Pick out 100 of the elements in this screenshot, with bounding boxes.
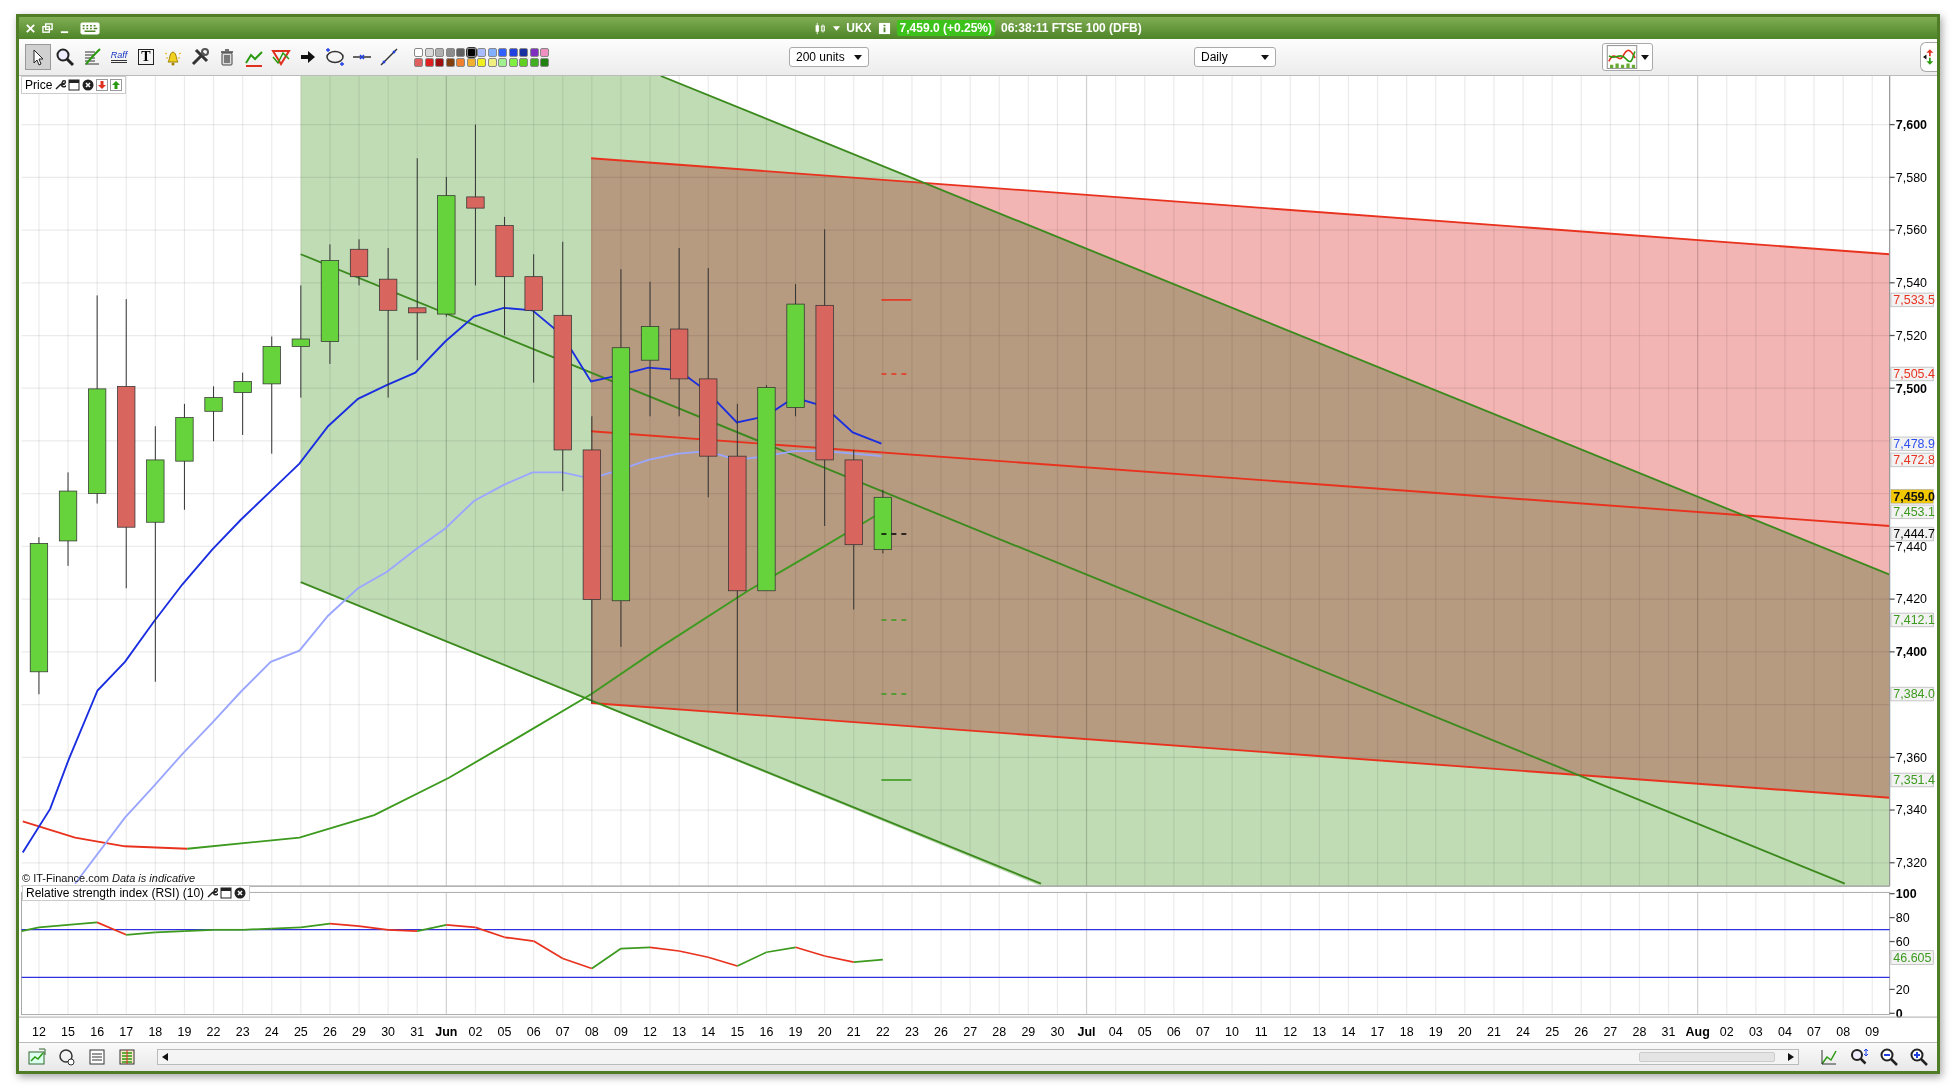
color-swatch[interactable] bbox=[414, 57, 423, 67]
window-icon[interactable] bbox=[68, 79, 81, 91]
color-swatch[interactable] bbox=[529, 57, 539, 67]
date-axis-label: 16 bbox=[90, 1024, 105, 1039]
close-icon[interactable] bbox=[234, 887, 247, 899]
color-swatch[interactable] bbox=[540, 47, 549, 57]
date-axis-label: 16 bbox=[759, 1024, 774, 1039]
color-swatch[interactable] bbox=[477, 47, 486, 57]
rsi-axis-label: 0 bbox=[1895, 1006, 1903, 1021]
color-swatch[interactable] bbox=[498, 47, 507, 57]
date-axis-label: 30 bbox=[381, 1024, 396, 1039]
color-swatch[interactable] bbox=[519, 57, 528, 67]
color-swatch[interactable] bbox=[466, 47, 476, 57]
chart-settings-icon[interactable] bbox=[1819, 1047, 1839, 1067]
search-icon bbox=[55, 47, 75, 67]
price-badge: 7,533.5 bbox=[1890, 292, 1935, 308]
date-axis-label: 06 bbox=[526, 1024, 541, 1039]
date-axis-label: 13 bbox=[672, 1024, 687, 1039]
color-swatch[interactable] bbox=[445, 57, 455, 67]
keyboard-icon[interactable] bbox=[80, 21, 100, 35]
candlestick-icon[interactable] bbox=[814, 21, 828, 35]
color-swatch[interactable] bbox=[487, 57, 497, 67]
color-swatch[interactable] bbox=[508, 47, 518, 57]
pointer-tool-button[interactable] bbox=[25, 44, 51, 70]
color-swatch[interactable] bbox=[456, 47, 465, 57]
candlestick bbox=[204, 385, 223, 442]
date-axis-label: 05 bbox=[1137, 1024, 1152, 1039]
scrollbar-thumb[interactable] bbox=[1638, 1052, 1775, 1062]
color-swatch[interactable] bbox=[424, 57, 434, 67]
up-arrow-icon[interactable] bbox=[110, 79, 123, 91]
date-axis-label: 28 bbox=[1632, 1024, 1647, 1039]
zoom-in-icon[interactable] bbox=[1909, 1047, 1929, 1067]
window-icon[interactable] bbox=[220, 887, 233, 899]
indicators-button[interactable] bbox=[1602, 43, 1653, 71]
rsi-axis-label: 60 bbox=[1895, 934, 1910, 949]
date-axis-label: 19 bbox=[177, 1024, 192, 1039]
zoom-fit-icon[interactable] bbox=[1849, 1047, 1869, 1067]
info-icon[interactable] bbox=[877, 21, 891, 35]
text-tool-button[interactable]: T bbox=[133, 44, 159, 70]
rsi-axis-label: 100 bbox=[1895, 887, 1917, 902]
price-badge: 7,505.4 bbox=[1890, 366, 1935, 382]
date-axis-label: 26 bbox=[1574, 1024, 1589, 1039]
period-dropdown[interactable]: Daily bbox=[1194, 47, 1276, 67]
indicator-chart-icon bbox=[1606, 45, 1638, 69]
price-axis-label: 7,400 bbox=[1895, 645, 1928, 660]
date-axis-label: 23 bbox=[235, 1024, 250, 1039]
color-swatch[interactable] bbox=[529, 47, 539, 57]
date-axis-label: 21 bbox=[846, 1024, 861, 1039]
date-axis-label: 19 bbox=[788, 1024, 803, 1039]
symbol-label: UKX bbox=[846, 21, 872, 35]
down-arrow-icon[interactable] bbox=[96, 79, 109, 91]
candlestick bbox=[349, 238, 369, 286]
wrench-icon[interactable] bbox=[206, 887, 219, 899]
date-axis-label: 29 bbox=[352, 1024, 366, 1039]
price-badge: 7,453.1 bbox=[1890, 504, 1935, 520]
chart-export-icon[interactable] bbox=[27, 1047, 47, 1067]
layout-icon[interactable] bbox=[87, 1047, 107, 1067]
date-axis-label: 12 bbox=[1283, 1024, 1298, 1039]
color-swatch[interactable] bbox=[487, 47, 497, 57]
color-swatch[interactable] bbox=[456, 57, 465, 67]
zoom-out-icon[interactable] bbox=[1879, 1047, 1899, 1067]
price-badge: 7,444.7 bbox=[1890, 526, 1935, 542]
caret-icon bbox=[1261, 54, 1269, 60]
date-axis-label: 02 bbox=[1719, 1024, 1734, 1039]
color-swatch[interactable] bbox=[435, 57, 444, 67]
date-axis-label: Jun bbox=[435, 1024, 458, 1039]
date-axis-label: 27 bbox=[1603, 1024, 1618, 1039]
color-swatch[interactable] bbox=[435, 47, 444, 57]
date-axis-label: 18 bbox=[148, 1024, 163, 1039]
date-axis-label: 09 bbox=[1865, 1024, 1880, 1039]
side-panel-tab[interactable] bbox=[1920, 42, 1937, 72]
color-swatch[interactable] bbox=[424, 47, 434, 57]
price-axis-label: 7,580 bbox=[1895, 170, 1928, 185]
color-swatch[interactable] bbox=[519, 47, 528, 57]
date-axis-label: 31 bbox=[410, 1024, 425, 1039]
wrench-icon[interactable] bbox=[54, 79, 67, 91]
date-axis-label: 31 bbox=[1661, 1024, 1676, 1039]
color-swatch[interactable] bbox=[414, 47, 423, 57]
date-axis-label: 26 bbox=[934, 1024, 948, 1039]
restore-icon[interactable] bbox=[42, 22, 53, 34]
color-swatch[interactable] bbox=[466, 57, 476, 67]
candlestick bbox=[873, 489, 892, 554]
scroll-left-icon[interactable] bbox=[162, 1053, 168, 1061]
close-icon[interactable] bbox=[82, 79, 95, 91]
color-swatch[interactable] bbox=[498, 57, 507, 67]
scroll-right-icon[interactable] bbox=[1788, 1053, 1794, 1061]
list-icon[interactable] bbox=[117, 1047, 137, 1067]
color-swatch[interactable] bbox=[508, 57, 518, 67]
price-axis-label: 7,440 bbox=[1895, 539, 1928, 554]
color-swatch[interactable] bbox=[445, 47, 455, 57]
date-axis-label: 11 bbox=[1254, 1024, 1268, 1039]
caret-icon[interactable] bbox=[833, 25, 841, 31]
color-swatch[interactable] bbox=[477, 57, 486, 67]
date-axis-label: 15 bbox=[61, 1024, 75, 1039]
date-axis-label: 23 bbox=[905, 1024, 919, 1039]
raff-tool-button[interactable]: Raff bbox=[106, 44, 132, 70]
scrollbar[interactable] bbox=[157, 1049, 1799, 1065]
color-swatch[interactable] bbox=[540, 57, 549, 67]
size-dropdown[interactable]: 200 units bbox=[789, 47, 869, 67]
date-axis-label: 12 bbox=[643, 1024, 657, 1039]
